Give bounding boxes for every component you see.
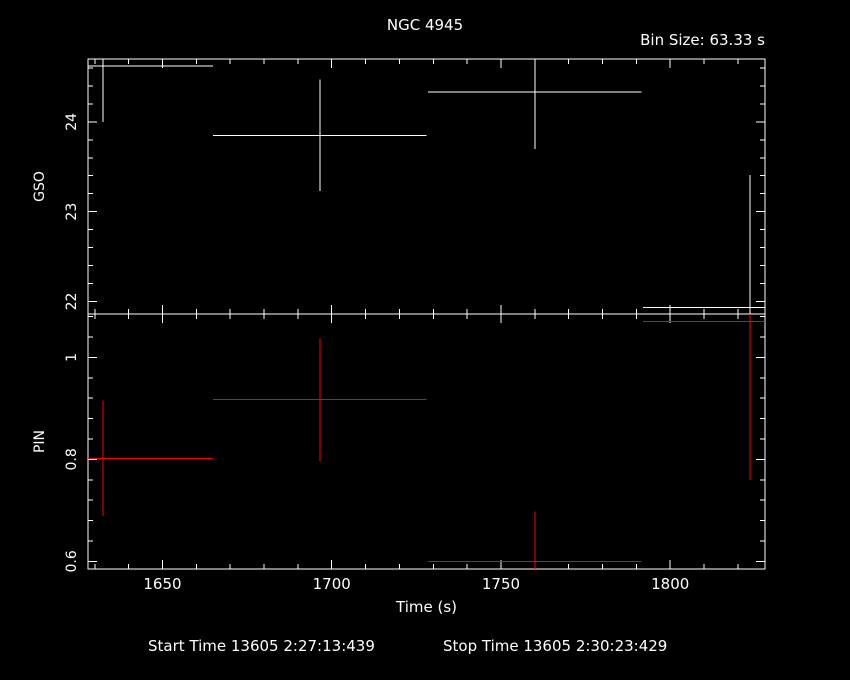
panel-top: 22 23 24 GSO — [32, 58, 766, 315]
data-point — [88, 400, 214, 516]
data-point — [428, 59, 642, 149]
y-tick-label: 22 — [64, 293, 80, 311]
data-point — [213, 79, 427, 191]
light-curve-plot: NGC 4945 Bin Size: 63.33 s Start Time 13… — [32, 16, 766, 655]
x-tick-label: 1800 — [651, 575, 689, 593]
x-tick-label: 1650 — [143, 575, 181, 593]
data-point — [643, 314, 765, 480]
y-tick-label: 1 — [64, 353, 80, 362]
data-point — [213, 338, 427, 461]
panel-bottom: 0.6 0.8 1 1650 1700 1750 1800 PIN Time (s) — [32, 313, 766, 616]
chart-title: NGC 4945 — [387, 16, 463, 34]
axes-frame — [87, 58, 766, 315]
plot-panels: 22 23 24 GSO 0.6 0.8 1 1650 1700 1750 1800 PIN Time … — [32, 58, 766, 616]
y-tick-label: 23 — [64, 203, 80, 221]
data-points — [88, 314, 765, 569]
bin-size-label: Bin Size: 63.33 s — [640, 31, 765, 49]
data-point — [428, 511, 642, 569]
data-point — [643, 174, 765, 314]
y-axis-label: GSO — [32, 171, 48, 202]
x-axis-label: Time (s) — [395, 598, 457, 616]
y-tick-label: 0.8 — [64, 448, 80, 470]
start-time-label: Start Time 13605 2:27:13:439 — [148, 637, 375, 655]
data-point — [88, 59, 214, 122]
x-tick-label: 1750 — [482, 575, 520, 593]
x-tick-label: 1700 — [313, 575, 351, 593]
y-axis-label: PIN — [32, 430, 48, 453]
data-points — [88, 59, 765, 314]
axes-frame — [87, 313, 766, 570]
y-tick-label: 24 — [64, 113, 80, 131]
y-tick-label: 0.6 — [64, 550, 80, 572]
stop-time-label: Stop Time 13605 2:30:23:429 — [443, 637, 667, 655]
